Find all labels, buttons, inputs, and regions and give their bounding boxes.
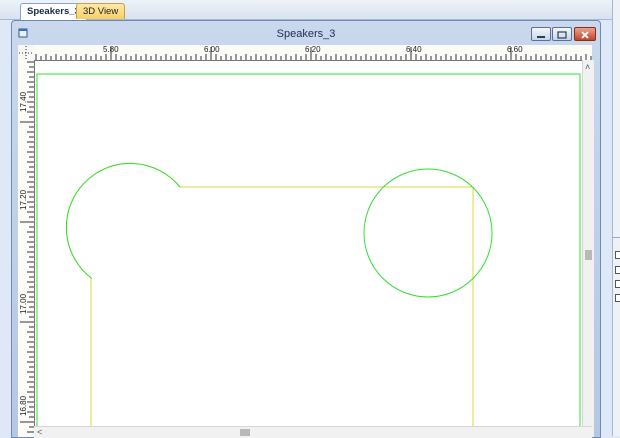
window-title: Speakers_3 [276,28,336,40]
pcb-canvas[interactable] [35,61,592,437]
panel-checkbox[interactable] [615,266,620,274]
close-button[interactable] [574,27,596,41]
ruler-label-17-20: 17.20 [19,189,28,210]
ruler-label-6-40: 6.40 [406,45,422,54]
grid-origin-icon [19,46,33,59]
speaker-circle-left[interactable] [65,162,181,279]
horizontal-scrollbar[interactable]: ˂ [34,426,592,438]
close-icon [581,31,589,39]
chevron-up-icon[interactable]: ˄ [585,63,590,72]
ruler-label-6-20: 6.20 [305,45,321,54]
panel-checkbox[interactable] [615,251,620,259]
tab-3d-view[interactable]: 3D View [76,3,126,19]
minimize-button[interactable] [531,27,551,41]
ruler-label-17-00: 17.00 [19,293,28,314]
restore-icon [557,31,567,39]
pcb-drawing[interactable] [35,61,592,437]
maximize-button[interactable] [552,27,572,41]
vertical-ruler: 17.40 17.20 17.00 16.80 [18,60,35,437]
board-keepout-border [36,73,581,437]
panel-checkbox[interactable] [615,280,620,288]
board-outline [65,162,474,437]
vertical-ruler-ticks [20,61,34,433]
ruler-label-5-80: 5.80 [103,45,119,54]
document-window: Speakers_3 5.80 6.00 6.20 6.40 6.60 17.4… [11,20,601,438]
right-side-panel [612,0,620,436]
document-tab-bar: Speakers_3 3D View [0,0,612,20]
ruler-label-17-40: 17.40 [19,91,28,112]
vertical-scroll-thumb[interactable] [585,250,592,260]
minimize-icon [537,36,545,38]
ruler-label-16-80: 16.80 [19,395,28,416]
ruler-origin-corner[interactable] [18,45,35,61]
panel-checkbox[interactable] [615,294,620,302]
ruler-label-6-00: 6.00 [204,45,220,54]
horizontal-ruler: 5.80 6.00 6.20 6.40 6.60 [34,45,592,61]
panel-separator [612,237,620,238]
vertical-scrollbar[interactable]: ˄ ˅ [582,60,594,437]
horizontal-scroll-thumb[interactable] [240,429,250,436]
ruler-label-6-60: 6.60 [507,45,523,54]
